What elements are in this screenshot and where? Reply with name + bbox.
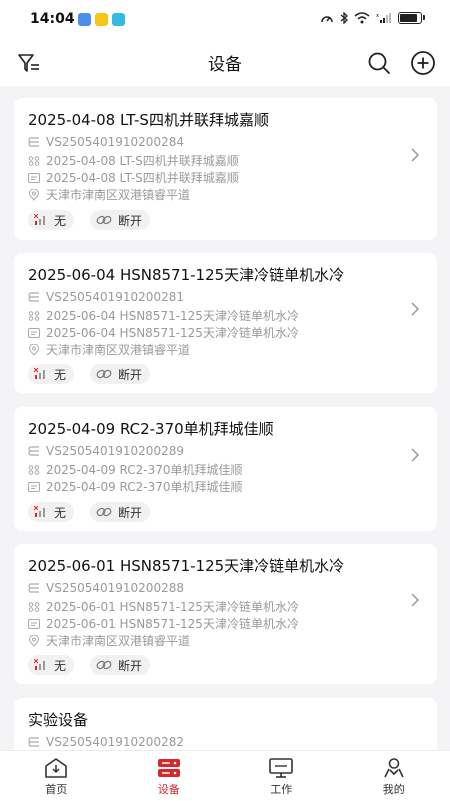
chevron-right-icon [409, 147, 421, 163]
device-title: 实验设备 [28, 709, 88, 730]
device-title: 2025-04-08 LT-S四机并联拜城嘉顺 [28, 109, 269, 130]
card-icon [28, 619, 40, 629]
monitor-icon [268, 757, 294, 779]
location-icon [28, 344, 40, 356]
tab-label: 我的 [383, 781, 405, 797]
device-model: 2025-06-04 HSN8571-125天津冷链单机水冷 [28, 324, 299, 341]
tab-label: 设备 [158, 781, 180, 797]
card-icon [28, 173, 40, 183]
device-serial: VS2505401910200282 [28, 735, 184, 749]
device-model: 2025-04-08 LT-S四机并联拜城嘉顺 [28, 169, 239, 186]
connection-status-badge: 断开 [90, 655, 150, 675]
location-icon [28, 635, 40, 647]
signal-status-badge: 无 [28, 364, 74, 384]
tab-work[interactable]: 工作 [225, 751, 338, 801]
tab-profile[interactable]: 我的 [338, 751, 450, 801]
device-card[interactable]: 2025-04-09 RC2-370单机拜城佳顺 VS2505401910200… [14, 407, 437, 531]
user-icon [381, 757, 407, 779]
no-signal-icon [34, 659, 48, 671]
device-card[interactable]: 实验设备 VS2505401910200282 [14, 698, 437, 750]
card-icon [28, 328, 40, 338]
card-icon [28, 482, 40, 492]
device-title: 2025-04-09 RC2-370单机拜城佳顺 [28, 418, 274, 439]
status-bar: 14:04 x [0, 0, 450, 40]
serial-icon [28, 583, 40, 593]
tab-home[interactable]: 首页 [0, 751, 113, 801]
serial-icon [28, 737, 40, 747]
signal-status-badge: 无 [28, 502, 74, 522]
connection-status-badge: 断开 [90, 210, 150, 230]
speed-icon [320, 12, 334, 24]
chevron-right-icon [409, 301, 421, 317]
no-signal-icon [34, 506, 48, 518]
serial-icon [28, 446, 40, 456]
app-header: 设备 [0, 40, 450, 86]
chevron-right-icon [409, 592, 421, 608]
connection-status-badge: 断开 [90, 502, 150, 522]
status-notification-icons [78, 13, 125, 26]
search-button[interactable] [366, 50, 392, 76]
device-serial: VS2505401910200289 [28, 444, 184, 458]
no-signal-icon [34, 368, 48, 380]
device-card[interactable]: 2025-06-01 HSN8571-125天津冷链单机水冷 VS2505401… [14, 544, 437, 684]
grid-icon [28, 156, 40, 166]
status-time: 14:04 [30, 11, 75, 27]
link-broken-icon [96, 214, 112, 226]
device-title: 2025-06-04 HSN8571-125天津冷链单机水冷 [28, 264, 344, 285]
serial-icon [28, 292, 40, 302]
device-name: 2025-06-04 HSN8571-125天津冷链单机水冷 [28, 307, 299, 324]
device-name: 2025-04-09 RC2-370单机拜城佳顺 [28, 461, 243, 478]
device-address: 天津市津南区双港镇睿平道 [28, 341, 190, 358]
mail-app-icon [78, 13, 91, 26]
no-signal-icon [34, 214, 48, 226]
svg-text:x: x [376, 13, 379, 19]
message-app-icon [112, 13, 125, 26]
device-address: 天津市津南区双港镇睿平道 [28, 632, 190, 649]
device-model: 2025-06-01 HSN8571-125天津冷链单机水冷 [28, 615, 299, 632]
tab-label: 首页 [45, 781, 67, 797]
device-card[interactable]: 2025-04-08 LT-S四机并联拜城嘉顺 VS25054019102002… [14, 98, 437, 240]
chevron-right-icon [409, 447, 421, 463]
tab-label: 工作 [270, 781, 292, 797]
bottom-tab-bar: 首页 设备 工作 我的 [0, 750, 450, 801]
battery-icon [398, 12, 422, 24]
device-serial: VS2505401910200281 [28, 290, 184, 304]
add-icon [410, 50, 436, 76]
signal-status-badge: 无 [28, 655, 74, 675]
device-serial: VS2505401910200284 [28, 135, 184, 149]
wifi-icon [354, 12, 370, 24]
device-card[interactable]: 2025-06-04 HSN8571-125天津冷链单机水冷 VS2505401… [14, 253, 437, 393]
link-broken-icon [96, 368, 112, 380]
device-list: 2025-04-08 LT-S四机并联拜城嘉顺 VS25054019102002… [0, 86, 450, 750]
add-device-button[interactable] [410, 50, 436, 76]
bluetooth-icon [340, 12, 348, 24]
device-icon [156, 757, 182, 779]
tab-devices[interactable]: 设备 [113, 751, 226, 801]
meituan-app-icon [95, 13, 108, 26]
grid-icon [28, 602, 40, 612]
search-icon [367, 51, 391, 75]
device-title: 2025-06-01 HSN8571-125天津冷链单机水冷 [28, 555, 344, 576]
device-name: 2025-04-08 LT-S四机并联拜城嘉顺 [28, 152, 239, 169]
connection-status-badge: 断开 [90, 364, 150, 384]
device-name: 2025-06-01 HSN8571-125天津冷链单机水冷 [28, 598, 299, 615]
serial-icon [28, 137, 40, 147]
device-address: 天津市津南区双港镇睿平道 [28, 186, 190, 203]
link-broken-icon [96, 506, 112, 518]
grid-icon [28, 465, 40, 475]
link-broken-icon [96, 659, 112, 671]
device-model: 2025-04-09 RC2-370单机拜城佳顺 [28, 478, 243, 495]
location-icon [28, 189, 40, 201]
cellular-signal-icon: x [376, 12, 392, 24]
device-serial: VS2505401910200288 [28, 581, 184, 595]
grid-icon [28, 311, 40, 321]
status-system-icons: x [320, 12, 422, 24]
home-icon [43, 757, 69, 779]
signal-status-badge: 无 [28, 210, 74, 230]
